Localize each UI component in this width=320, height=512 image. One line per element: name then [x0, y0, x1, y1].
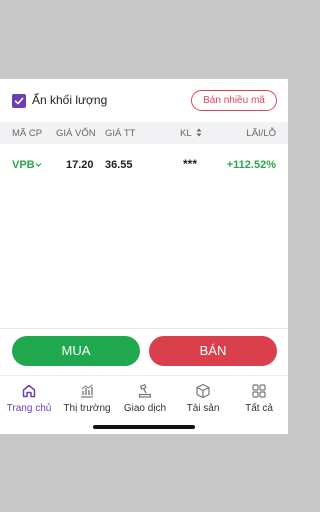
gavel-icon: [138, 383, 152, 398]
tab-market[interactable]: Thị trường: [58, 376, 116, 426]
tab-market-label: Thị trường: [63, 403, 111, 414]
tab-all-label: Tất cả: [245, 403, 273, 414]
market-chart-icon: [81, 384, 93, 398]
table-row[interactable]: VPB 17.20 36.55 *** +112.52%: [0, 151, 288, 181]
home-icon: [22, 384, 36, 398]
row-avg-price: 17.20: [66, 159, 94, 171]
holdings-table-header: MÃ CP GIÁ VỐN GIÁ TT KL LÃI/LỖ: [0, 122, 288, 144]
holdings-toolbar: Ẩn khối lượng Bán nhiều mã: [0, 87, 288, 115]
row-quantity: ***: [183, 157, 198, 171]
tab-home-label: Trang chủ: [6, 403, 52, 414]
row-profit-loss: +112.52%: [226, 159, 276, 171]
header-market-price: GIÁ TT: [105, 128, 136, 139]
divider: [0, 328, 288, 329]
box-icon: [196, 383, 210, 399]
sell-button[interactable]: BÁN: [149, 336, 277, 366]
sort-icon: [196, 128, 202, 137]
grid-icon: [252, 384, 266, 398]
checkmark-icon: [14, 97, 24, 105]
tab-home[interactable]: Trang chủ: [0, 376, 58, 426]
header-quantity[interactable]: KL: [180, 128, 202, 139]
buy-button[interactable]: MUA: [12, 336, 140, 366]
hide-volume-label[interactable]: Ẩn khối lượng: [32, 93, 107, 107]
bottom-tab-bar: Trang chủ Thị trường Giao dịch Tài sản T…: [0, 375, 288, 425]
row-symbol[interactable]: VPB: [12, 159, 35, 171]
chevron-down-icon[interactable]: [35, 160, 42, 170]
portfolio-screen: Ẩn khối lượng Bán nhiều mã MÃ CP GIÁ VỐN…: [0, 79, 288, 434]
hide-volume-checkbox[interactable]: [12, 94, 26, 108]
tab-assets-label: Tài sản: [186, 403, 220, 414]
header-symbol: MÃ CP: [12, 128, 43, 139]
tab-trade[interactable]: Giao dịch: [116, 376, 174, 426]
row-market-price: 36.55: [105, 159, 133, 171]
home-indicator[interactable]: [93, 425, 195, 429]
header-profit-loss: LÃI/LỖ: [246, 128, 276, 139]
tab-all[interactable]: Tất cả: [230, 376, 288, 426]
tab-assets[interactable]: Tài sản: [174, 376, 232, 426]
header-quantity-label: KL: [180, 128, 192, 139]
header-avg-price: GIÁ VỐN: [56, 128, 96, 139]
tab-trade-label: Giao dịch: [123, 403, 167, 414]
sell-multiple-button[interactable]: Bán nhiều mã: [191, 90, 277, 111]
